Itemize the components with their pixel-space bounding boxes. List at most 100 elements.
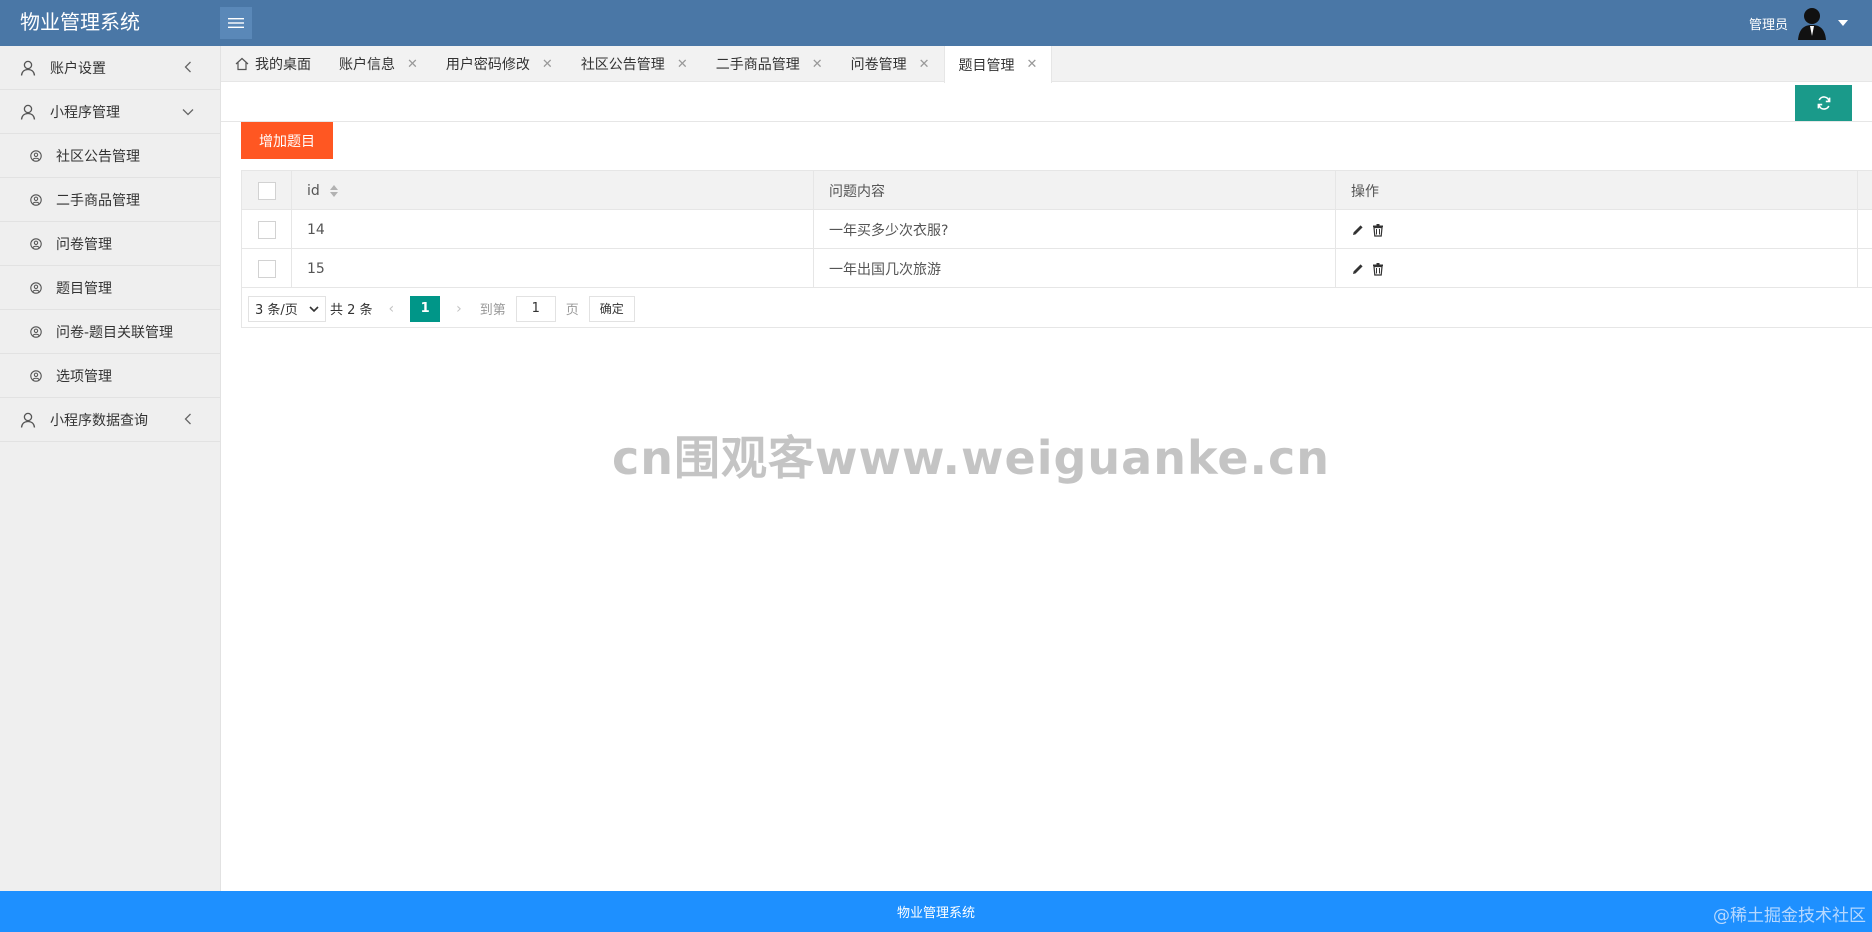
tab-label: 账户信息 — [339, 57, 395, 73]
menu-toggle-button[interactable] — [220, 7, 252, 39]
user-icon — [20, 60, 36, 76]
tab-questions[interactable]: 题目管理 ✕ — [943, 46, 1053, 83]
column-spacer — [1858, 171, 1872, 210]
cell-question: 一年出国几次旅游 — [814, 249, 1336, 288]
user-circle-icon — [30, 369, 42, 382]
close-icon[interactable]: ✕ — [542, 57, 553, 72]
sidebar-item-community-notice[interactable]: 社区公告管理 — [0, 134, 220, 178]
sidebar-group-label: 账户设置 — [50, 60, 106, 77]
tab-label: 用户密码修改 — [445, 57, 530, 73]
pagination: 3 条/页 共 2 条 ‹ 1 › 到第 1 页 确定 — [242, 289, 1872, 328]
row-checkbox[interactable] — [258, 259, 276, 278]
sidebar-item-label: 题目管理 — [56, 280, 112, 297]
cell-actions — [1336, 210, 1858, 249]
user-circle-icon — [30, 325, 42, 338]
row-checkbox[interactable] — [258, 220, 276, 239]
tab-bar: 我的桌面 账户信息 ✕ 用户密码修改 ✕ 社区公告管理 ✕ 二手商品管理 ✕ 问… — [221, 46, 1872, 83]
sidebar-item-label: 二手商品管理 — [56, 192, 140, 209]
close-icon[interactable]: ✕ — [919, 57, 930, 72]
column-header-label: 问题内容 — [829, 183, 885, 200]
column-header-question: 问题内容 — [814, 171, 1336, 210]
sort-icon[interactable] — [329, 184, 338, 197]
row-select-cell — [242, 249, 292, 288]
sidebar-item-label: 问卷-题目关联管理 — [56, 324, 174, 341]
chevron-down-icon — [182, 109, 194, 116]
column-header-id[interactable]: id — [292, 171, 814, 210]
footer-credit: @稀土掘金技术社区 — [1713, 906, 1866, 926]
goto-label: 到第 — [479, 303, 506, 318]
goto-page-input[interactable]: 1 — [515, 295, 556, 322]
current-page-button[interactable]: 1 — [410, 295, 441, 322]
prev-page-icon[interactable]: ‹ — [389, 301, 395, 317]
user-icon — [20, 412, 36, 428]
tab-community-notice[interactable]: 社区公告管理 ✕ — [567, 46, 702, 82]
sidebar-item-questionnaire[interactable]: 问卷管理 — [0, 222, 220, 266]
tab-password-change[interactable]: 用户密码修改 ✕ — [432, 46, 567, 82]
tab-secondhand-goods[interactable]: 二手商品管理 ✕ — [702, 46, 837, 82]
table-row: 14 一年买多少次衣服? — [242, 210, 1872, 249]
column-header-actions: 操作 — [1336, 171, 1858, 210]
user-circle-icon — [30, 281, 42, 294]
cell-id: 15 — [292, 249, 814, 288]
column-spacer — [1858, 249, 1872, 288]
total-count: 共 2 条 — [330, 303, 373, 318]
row-select-cell — [242, 210, 292, 249]
next-page-icon[interactable]: › — [456, 301, 462, 317]
tab-my-desktop[interactable]: 我的桌面 — [221, 46, 325, 82]
tab-questionnaire[interactable]: 问卷管理 ✕ — [837, 46, 944, 82]
sidebar-item-questionnaire-question-link[interactable]: 问卷-题目关联管理 — [0, 310, 220, 354]
close-icon[interactable]: ✕ — [677, 57, 688, 72]
user-avatar-icon — [1798, 8, 1826, 40]
questions-table: id 问题内容 操作 14 一年买多少次衣服? 15 一年出国几次旅游 3 条/… — [241, 170, 1872, 328]
trash-icon[interactable] — [1371, 223, 1385, 237]
sidebar-group-miniprogram-management[interactable]: 小程序管理 — [0, 90, 220, 134]
per-page-select[interactable]: 3 条/页 — [248, 295, 326, 322]
sidebar-group-miniprogram-data-query[interactable]: 小程序数据查询 — [0, 398, 220, 442]
footer: 物业管理系统 @稀土掘金技术社区 — [0, 891, 1872, 932]
table-row: 15 一年出国几次旅游 — [242, 249, 1872, 288]
caret-down-icon[interactable] — [1838, 20, 1848, 26]
user-circle-icon — [30, 193, 42, 206]
tab-account-info[interactable]: 账户信息 ✕ — [325, 46, 432, 82]
column-header-label: id — [307, 182, 320, 199]
sidebar: 账户设置 小程序管理 社区公告管理 二手商品管理 问卷管理 题目管理 问卷-题目… — [0, 46, 221, 891]
chevron-down-icon — [309, 305, 319, 312]
select-all-checkbox[interactable] — [258, 181, 276, 200]
close-icon[interactable]: ✕ — [1027, 57, 1038, 72]
sidebar-item-secondhand-goods[interactable]: 二手商品管理 — [0, 178, 220, 222]
watermark: cn围观客www.weiguanke.cn — [612, 431, 1331, 485]
chevron-left-icon — [184, 413, 191, 425]
sidebar-item-label: 社区公告管理 — [56, 148, 140, 165]
cell-actions — [1336, 249, 1858, 288]
per-page-value: 3 条/页 — [255, 303, 298, 318]
table-header-row: id 问题内容 操作 — [242, 171, 1872, 210]
close-icon[interactable]: ✕ — [812, 57, 823, 72]
page-suffix-label: 页 — [565, 303, 579, 318]
column-header-label: 操作 — [1351, 183, 1379, 200]
pencil-icon[interactable] — [1351, 262, 1365, 276]
sidebar-group-label: 小程序数据查询 — [50, 412, 148, 429]
refresh-button[interactable] — [1795, 85, 1852, 121]
sidebar-group-account-settings[interactable]: 账户设置 — [0, 46, 220, 90]
cell-id: 14 — [292, 210, 814, 249]
app-title: 物业管理系统 — [20, 10, 140, 34]
user-menu[interactable]: 管理员 — [1749, 0, 1848, 46]
goto-confirm-button[interactable]: 确定 — [588, 295, 635, 322]
user-name: 管理员 — [1748, 17, 1788, 33]
hamburger-icon — [228, 18, 244, 28]
close-icon[interactable]: ✕ — [407, 57, 418, 72]
tab-label: 二手商品管理 — [715, 57, 800, 73]
footer-text: 物业管理系统 — [896, 906, 975, 921]
pencil-icon[interactable] — [1351, 223, 1365, 237]
trash-icon[interactable] — [1371, 262, 1385, 276]
user-circle-icon — [30, 149, 42, 162]
cell-question: 一年买多少次衣服? — [814, 210, 1336, 249]
sidebar-item-options[interactable]: 选项管理 — [0, 354, 220, 398]
sidebar-item-questions[interactable]: 题目管理 — [0, 266, 220, 310]
user-icon — [20, 104, 36, 120]
column-spacer — [1858, 210, 1872, 249]
tab-label: 题目管理 — [958, 57, 1015, 74]
sidebar-item-label: 问卷管理 — [56, 236, 112, 253]
add-question-button[interactable]: 增加题目 — [241, 122, 333, 159]
tab-label: 社区公告管理 — [580, 57, 665, 73]
